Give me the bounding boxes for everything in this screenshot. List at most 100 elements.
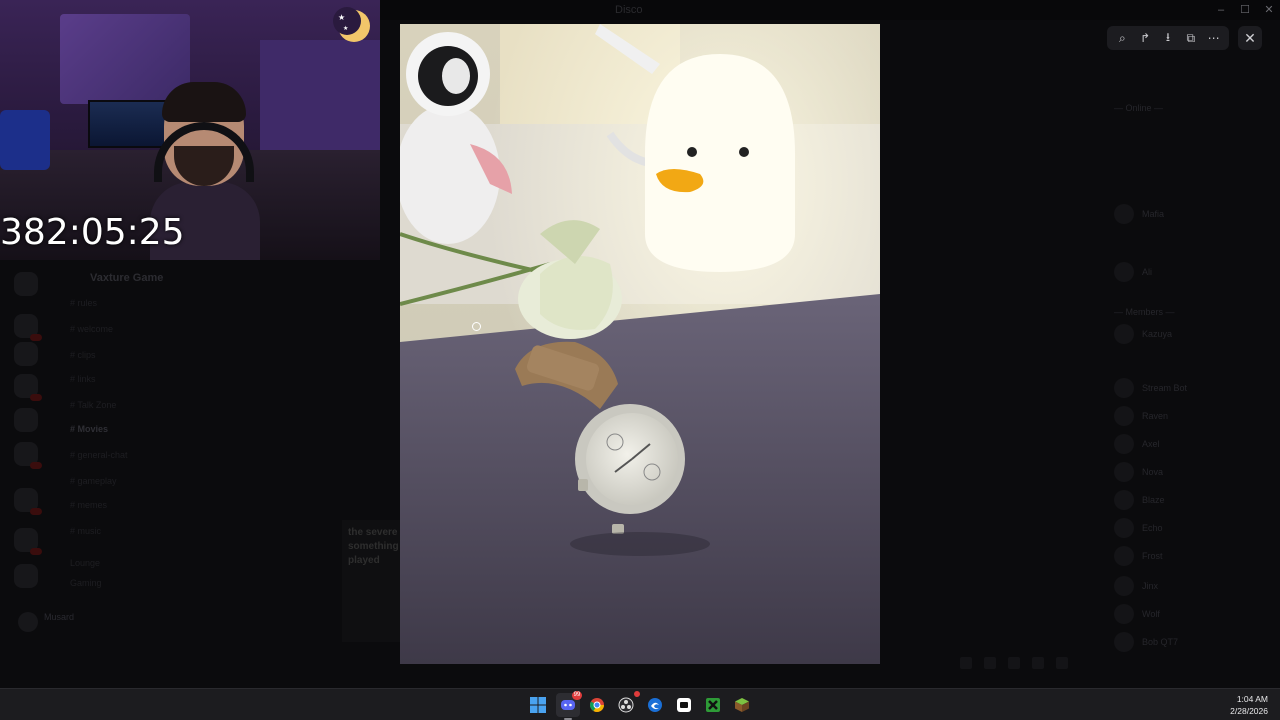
avatar xyxy=(1114,490,1134,510)
channel-item[interactable]: # memes xyxy=(70,500,107,510)
server-icon[interactable] xyxy=(14,488,42,515)
streamer-hair xyxy=(162,82,246,122)
xbox-icon xyxy=(706,698,720,712)
member-name: Kazuya xyxy=(1142,329,1173,339)
apps-icon[interactable] xyxy=(1056,657,1068,669)
member-item[interactable]: Bob QT7 xyxy=(1114,632,1274,654)
member-header: — Online — xyxy=(1114,98,1274,120)
zoom-in-icon[interactable]: ⌕ xyxy=(1112,28,1132,48)
member-name: Ali xyxy=(1142,267,1153,277)
avatar xyxy=(1114,204,1134,224)
close-icon: ✕ xyxy=(1244,29,1256,46)
member-item[interactable]: Axel xyxy=(1114,434,1274,456)
image-viewer-toolbar: ⌕ ↱ ⭳ ⧉ ⋯ xyxy=(1107,26,1229,50)
channel-item[interactable]: # welcome xyxy=(70,324,113,334)
taskbar-capcut[interactable] xyxy=(672,693,696,717)
gif-icon[interactable] xyxy=(984,657,996,669)
chat-toolbar-icons xyxy=(960,656,1090,670)
member-name: Blaze xyxy=(1142,495,1165,505)
windows-icon xyxy=(530,697,546,713)
capcut-icon xyxy=(677,698,691,712)
user-name: Musard xyxy=(44,612,75,622)
server-icon[interactable] xyxy=(14,408,38,432)
channel-item[interactable]: # Talk Zone xyxy=(70,400,116,410)
member-name: Wolf xyxy=(1142,609,1160,619)
guild-name: Vaxture Game xyxy=(90,272,164,284)
open-external-icon[interactable]: ⧉ xyxy=(1181,28,1201,48)
taskbar-edge[interactable] xyxy=(643,693,667,717)
member-name: Mafia xyxy=(1142,209,1165,219)
taskbar-obs[interactable] xyxy=(614,691,640,717)
taskbar-xbox[interactable] xyxy=(701,693,725,717)
channel-item[interactable]: # clips xyxy=(70,350,96,360)
member-item[interactable]: Raven xyxy=(1114,406,1274,428)
forward-icon[interactable]: ↱ xyxy=(1135,28,1155,48)
window-close-icon[interactable]: ✕ xyxy=(1260,2,1278,18)
server-icon[interactable] xyxy=(14,528,42,555)
photo-watch-on-table xyxy=(400,24,880,664)
member-item[interactable]: Mafia xyxy=(1114,204,1274,226)
avatar xyxy=(1114,378,1134,398)
channel-item[interactable]: # gameplay xyxy=(70,476,117,486)
channel-item[interactable]: # links xyxy=(70,374,96,384)
member-item[interactable]: Ali xyxy=(1114,262,1274,284)
taskbar: 99 1:04 AM 2/28/2026 xyxy=(0,688,1280,720)
member-item[interactable]: Blaze xyxy=(1114,490,1274,512)
channel-item[interactable]: # Movies xyxy=(70,424,108,434)
more-icon[interactable]: ⋯ xyxy=(1204,28,1224,48)
svg-text:★: ★ xyxy=(338,13,345,22)
channel-list: Vaxture Game # rules # welcome # clips #… xyxy=(56,262,284,642)
server-icon[interactable] xyxy=(14,442,42,469)
taskbar-discord[interactable]: 99 xyxy=(556,691,582,720)
server-icon[interactable] xyxy=(14,374,42,401)
server-icon[interactable] xyxy=(14,564,38,588)
avatar xyxy=(1114,262,1134,282)
member-header: — Members — xyxy=(1114,302,1274,324)
member-name: Jinx xyxy=(1142,581,1159,591)
viewer-image[interactable] xyxy=(400,24,880,664)
close-viewer-button[interactable]: ✕ xyxy=(1238,26,1262,50)
member-name: Frost xyxy=(1142,551,1163,561)
sticker-icon[interactable] xyxy=(1008,657,1020,669)
channel-item[interactable]: # general-chat xyxy=(70,450,128,460)
member-header-label: — Members — xyxy=(1114,307,1175,317)
avatar xyxy=(1114,604,1134,624)
minimize-icon[interactable]: – xyxy=(1212,2,1230,18)
notification-badge: 99 xyxy=(572,691,582,700)
chat-preview: the severe something played xyxy=(342,520,400,642)
avatar xyxy=(1114,546,1134,566)
taskbar-minecraft[interactable] xyxy=(730,693,754,717)
server-icon[interactable] xyxy=(14,342,38,366)
channel-item[interactable]: # rules xyxy=(70,298,97,308)
download-icon[interactable]: ⭳ xyxy=(1158,28,1178,48)
channel-item[interactable]: # music xyxy=(70,526,101,536)
windows-start-button[interactable] xyxy=(526,693,550,717)
member-item[interactable]: Echo xyxy=(1114,518,1274,540)
system-clock[interactable]: 1:04 AM 2/28/2026 xyxy=(1230,693,1268,717)
server-icon[interactable] xyxy=(14,272,38,296)
user-panel: Musard xyxy=(14,606,274,646)
member-name: Bob QT7 xyxy=(1142,637,1179,647)
member-header-label: — Online — xyxy=(1114,103,1164,113)
channel-item[interactable]: Lounge xyxy=(70,558,100,568)
chat-preview-text: the severe something played xyxy=(348,527,399,566)
server-icon[interactable] xyxy=(14,314,42,341)
member-item[interactable]: Jinx xyxy=(1114,576,1274,598)
member-item[interactable]: Wolf xyxy=(1114,604,1274,626)
member-name: Nova xyxy=(1142,467,1164,477)
member-item[interactable]: Stream Bot xyxy=(1114,378,1274,400)
chrome-icon xyxy=(589,698,604,712)
avatar xyxy=(1114,462,1134,482)
member-item[interactable]: Kazuya xyxy=(1114,324,1274,346)
taskbar-chrome[interactable] xyxy=(585,693,609,717)
channel-item[interactable]: Gaming xyxy=(70,578,102,588)
window-title: Disco xyxy=(615,4,643,16)
avatar xyxy=(1114,632,1134,652)
member-item[interactable]: Nova xyxy=(1114,462,1274,484)
avatar[interactable] xyxy=(18,612,38,632)
member-item[interactable]: Frost xyxy=(1114,546,1274,568)
emoji-icon[interactable] xyxy=(1032,657,1044,669)
gift-icon[interactable] xyxy=(960,657,972,669)
maximize-icon[interactable]: ☐ xyxy=(1236,2,1254,18)
clock-date: 2/28/2026 xyxy=(1230,706,1268,716)
